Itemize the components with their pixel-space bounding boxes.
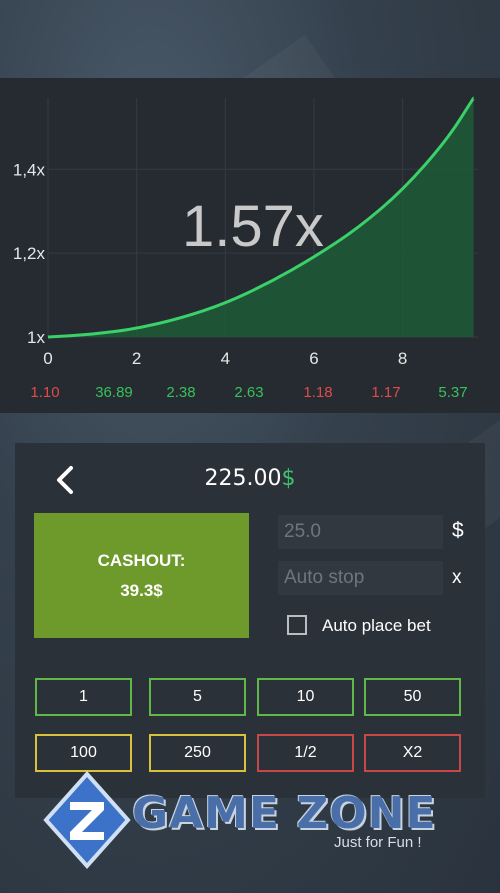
balance-currency: $	[281, 466, 296, 491]
bet-chip-5[interactable]: 5	[149, 678, 246, 716]
history-multiplier: 1.18	[303, 384, 332, 401]
cashout-amount: 39.3$	[120, 580, 163, 600]
x-tick-label: 2	[132, 349, 141, 368]
game-zone-watermark: GAME ZONE Just for Fun !	[42, 770, 462, 870]
z-logo-icon	[43, 770, 131, 870]
bet-chip-1[interactable]: 1	[35, 678, 132, 716]
y-tick-label: 1x	[27, 328, 45, 347]
x-tick-label: 0	[43, 349, 52, 368]
history-multiplier: 5.37	[438, 384, 467, 401]
bet-chip-10[interactable]: 10	[257, 678, 354, 716]
x-tick-label: 8	[398, 349, 407, 368]
bet-chip-100[interactable]: 100	[35, 734, 132, 772]
x-tick-label: 4	[221, 349, 230, 368]
bet-chip-x2[interactable]: X2	[364, 734, 461, 772]
history-multiplier: 1.17	[371, 384, 400, 401]
auto-place-bet-label: Auto place bet	[322, 616, 431, 635]
current-multiplier: 1.57x	[182, 194, 324, 259]
history-multiplier: 2.38	[166, 384, 195, 401]
x-tick-label: 6	[309, 349, 318, 368]
auto-stop-suffix: x	[452, 567, 462, 588]
cashout-button[interactable]: CASHOUT: 39.3$	[34, 513, 249, 638]
logo-tagline: Just for Fun !	[334, 834, 422, 851]
crash-chart: 0 2 4 6 8 1x 1,2x 1,4x 1.57x 1.10 36.89 2.38 2.63 1…	[13, 97, 478, 401]
auto-place-bet-checkbox[interactable]	[287, 615, 307, 635]
history-multiplier: 36.89	[95, 384, 133, 401]
balance-display: 225.00$	[15, 466, 485, 491]
bet-amount-input[interactable]: 25.0	[278, 515, 443, 549]
history-multiplier: 1.10	[30, 384, 59, 401]
balance-value: 225.00	[204, 466, 282, 491]
bet-currency-label: $	[452, 519, 464, 542]
bet-chip-250[interactable]: 250	[149, 734, 246, 772]
y-tick-label: 1,4x	[13, 160, 46, 179]
history-multiplier: 2.63	[234, 384, 263, 401]
bet-chip-1-2[interactable]: 1/2	[257, 734, 354, 772]
logo-text: GAME ZONE	[132, 788, 437, 839]
bet-chip-50[interactable]: 50	[364, 678, 461, 716]
crash-chart-panel: 0 2 4 6 8 1x 1,2x 1,4x 1.57x 1.10 36.89 2.38 2.63 1…	[0, 78, 500, 413]
auto-stop-input[interactable]: Auto stop	[278, 561, 443, 595]
bet-control-panel: 225.00$ CASHOUT: 39.3$ 25.0 $ Auto stop …	[15, 443, 485, 798]
y-tick-label: 1,2x	[13, 244, 46, 263]
cashout-label: CASHOUT:	[97, 550, 186, 570]
